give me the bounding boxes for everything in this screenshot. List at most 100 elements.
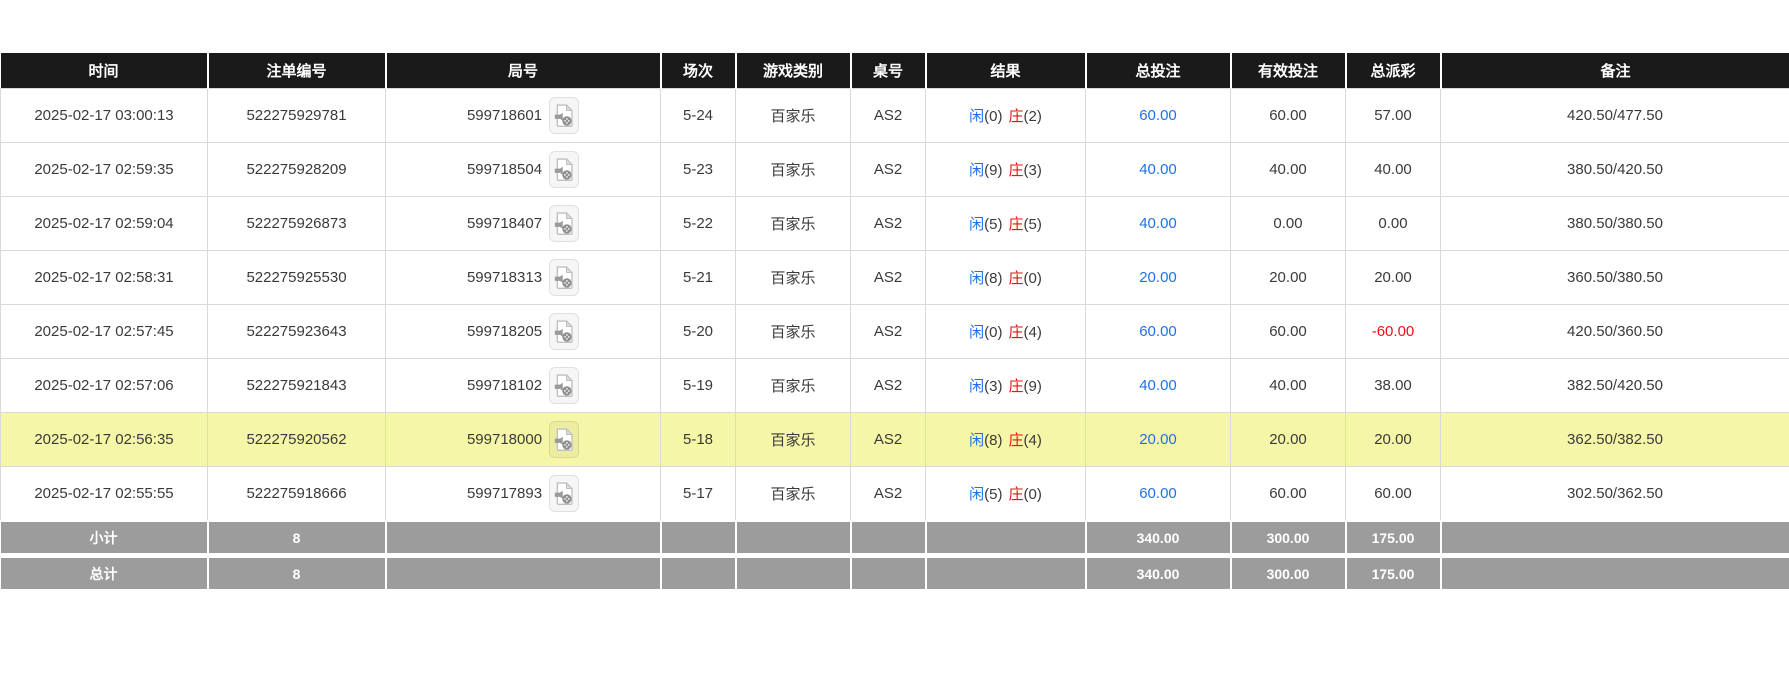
result-banker-label: 庄 [1008, 486, 1024, 503]
video-replay-button[interactable] [549, 367, 580, 404]
bet-history-table: 时间 注单编号 局号 场次 游戏类别 桌号 结果 总投注 有效投注 总派彩 备注 2025-02-1… [0, 53, 1789, 589]
payout-value: 0.00 [1378, 215, 1408, 232]
round-id-value: 599718205 [466, 323, 543, 340]
table-row[interactable]: 2025-02-17 02:55:55 522275918666 599717893… [0, 466, 1789, 522]
total-bet-link[interactable]: 60.00 [1139, 485, 1177, 502]
result-banker-label: 庄 [1008, 270, 1024, 287]
cell-session: 5-20 [660, 304, 736, 359]
table-no-value: AS2 [873, 323, 903, 340]
video-file-icon [554, 427, 574, 451]
game-type-value: 百家乐 [770, 162, 816, 179]
column-header-table-no: 桌号 [850, 53, 927, 89]
remark-value: 380.50/380.50 [1567, 215, 1663, 232]
total-bet-link[interactable]: 60.00 [1139, 323, 1177, 340]
bet-id-value: 522275929781 [246, 107, 347, 124]
cell-time: 2025-02-17 02:58:31 [0, 250, 208, 305]
table-row[interactable]: 2025-02-17 02:59:35 522275928209 599718504… [0, 142, 1789, 197]
time-value: 2025-02-17 02:59:35 [34, 161, 174, 178]
result-player-label: 闲 [969, 432, 985, 449]
cell-total-bet: 40.00 [1085, 196, 1231, 251]
cell-result: 闲(5) 庄(5) [925, 196, 1086, 251]
video-replay-button[interactable] [549, 259, 580, 296]
cell-time: 2025-02-17 02:55:55 [0, 466, 208, 522]
cell-payout: 40.00 [1345, 142, 1441, 197]
footer-empty-result [925, 520, 1087, 556]
result-banker-label: 庄 [1008, 378, 1024, 395]
video-replay-button[interactable] [549, 151, 580, 188]
cell-valid-bet: 60.00 [1230, 88, 1346, 143]
result-player-label: 闲 [969, 162, 985, 179]
result-player-label: 闲 [969, 486, 985, 503]
game-type-value: 百家乐 [770, 486, 816, 503]
footer-empty-game-type [735, 553, 852, 589]
total-bet-link[interactable]: 40.00 [1139, 215, 1177, 232]
total-bet-link[interactable]: 40.00 [1139, 161, 1177, 178]
remark-value: 362.50/382.50 [1567, 431, 1663, 448]
round-id-value: 599718504 [466, 161, 543, 178]
time-value: 2025-02-17 02:58:31 [34, 269, 174, 286]
round-id-group: 599718601 [386, 97, 660, 134]
video-replay-button[interactable] [549, 421, 580, 458]
table-row[interactable]: 2025-02-17 02:57:45 522275923643 599718205… [0, 304, 1789, 359]
table-row[interactable]: 2025-02-17 02:58:31 522275925530 599718313… [0, 250, 1789, 305]
result-player-count: (9) [984, 162, 1003, 179]
cell-result: 闲(5) 庄(0) [925, 466, 1086, 522]
footer-label: 总计 [0, 553, 209, 589]
cell-game-type: 百家乐 [735, 358, 851, 413]
round-id-group: 599718102 [386, 367, 660, 404]
footer-count: 8 [207, 520, 387, 556]
cell-time: 2025-02-17 02:59:04 [0, 196, 208, 251]
cell-table-no: AS2 [850, 196, 926, 251]
cell-time: 2025-02-17 02:59:35 [0, 142, 208, 197]
cell-payout: 0.00 [1345, 196, 1441, 251]
valid-bet-value: 40.00 [1269, 377, 1307, 394]
video-replay-button[interactable] [549, 475, 580, 512]
table-row[interactable]: 2025-02-17 02:57:06 522275921843 599718102… [0, 358, 1789, 413]
round-id-value: 599718601 [466, 107, 543, 124]
table-row[interactable]: 2025-02-17 03:00:13 522275929781 599718601… [0, 88, 1789, 143]
result-player-count: (3) [984, 378, 1003, 395]
remark-value: 302.50/362.50 [1567, 485, 1663, 502]
column-header-session: 场次 [660, 53, 737, 89]
session-value: 5-17 [682, 485, 714, 502]
cell-session: 5-17 [660, 466, 736, 522]
game-type-value: 百家乐 [770, 270, 816, 287]
table-no-value: AS2 [873, 485, 903, 502]
total-bet-link[interactable]: 60.00 [1139, 107, 1177, 124]
cell-valid-bet: 20.00 [1230, 250, 1346, 305]
cell-payout: 38.00 [1345, 358, 1441, 413]
payout-value: 20.00 [1374, 269, 1412, 286]
video-replay-button[interactable] [549, 313, 580, 350]
cell-payout: -60.00 [1345, 304, 1441, 359]
cell-table-no: AS2 [850, 304, 926, 359]
round-id-group: 599718504 [386, 151, 660, 188]
time-value: 2025-02-17 02:55:55 [34, 485, 174, 502]
video-replay-button[interactable] [549, 97, 580, 134]
footer-row-subtotal: 小计 8 340.00 300.00 175.00 [0, 520, 1789, 556]
footer-empty-table-no [850, 553, 927, 589]
total-bet-link[interactable]: 20.00 [1139, 431, 1177, 448]
bet-id-value: 522275920562 [246, 431, 347, 448]
total-bet-link[interactable]: 20.00 [1139, 269, 1177, 286]
video-replay-button[interactable] [549, 205, 580, 242]
footer-payout: 175.00 [1345, 553, 1442, 589]
result-banker-count: (9) [1023, 378, 1042, 395]
cell-valid-bet: 40.00 [1230, 142, 1346, 197]
payout-value: 20.00 [1374, 431, 1412, 448]
table-row[interactable]: 2025-02-17 02:56:35 522275920562 599718000… [0, 412, 1789, 467]
table-row[interactable]: 2025-02-17 02:59:04 522275926873 599718407… [0, 196, 1789, 251]
video-file-icon [554, 265, 574, 289]
cell-remark: 302.50/362.50 [1440, 466, 1789, 522]
result-banker-count: (4) [1023, 432, 1042, 449]
footer-valid-bet: 300.00 [1230, 553, 1347, 589]
cell-valid-bet: 60.00 [1230, 466, 1346, 522]
column-header-time: 时间 [0, 53, 209, 89]
column-header-result: 结果 [925, 53, 1087, 89]
payout-value: 40.00 [1374, 161, 1412, 178]
cell-time: 2025-02-17 02:57:06 [0, 358, 208, 413]
cell-bet-id: 522275921843 [207, 358, 386, 413]
session-value: 5-24 [682, 107, 714, 124]
round-id-group: 599718205 [386, 313, 660, 350]
result-banker-count: (5) [1023, 216, 1042, 233]
total-bet-link[interactable]: 40.00 [1139, 377, 1177, 394]
